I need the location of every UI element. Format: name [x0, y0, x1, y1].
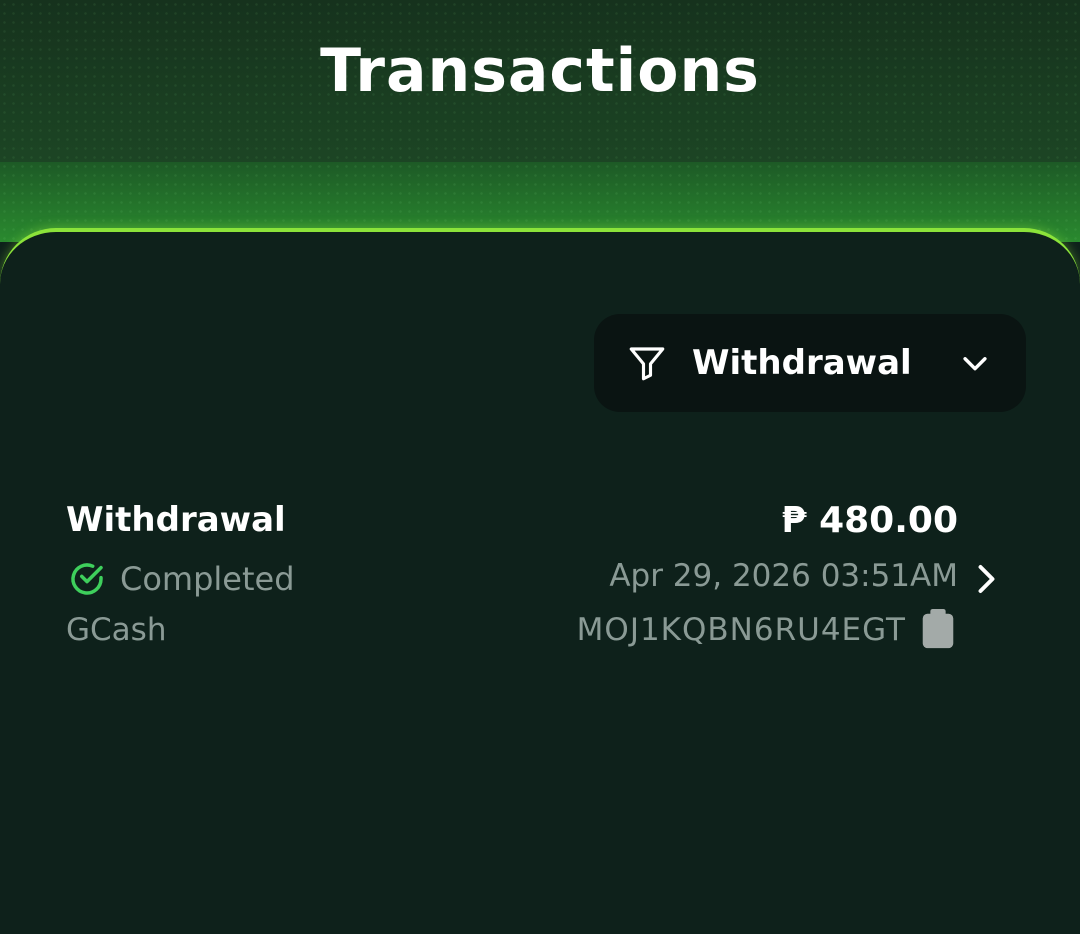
transaction-row[interactable]: Withdrawal Completed GCash ₱ 480.00 Apr …: [66, 500, 1006, 660]
transaction-status: Completed: [66, 558, 295, 600]
header: Transactions: [0, 0, 1080, 162]
funnel-icon: [629, 347, 665, 381]
payment-method: GCash: [66, 612, 167, 648]
clipboard-icon[interactable]: [920, 608, 956, 650]
transaction-reference: MOJ1KQBN6RU4EGT: [576, 612, 906, 648]
transaction-type-filter[interactable]: Withdrawal: [594, 314, 1026, 412]
transactions-panel: Withdrawal Withdrawal Completed GCash ₱ …: [0, 228, 1080, 934]
transactions-screen: Transactions Withdrawal Withdrawal Compl…: [0, 0, 1080, 934]
transaction-amount: ₱ 480.00: [781, 500, 958, 541]
chevron-right-icon[interactable]: [970, 560, 1000, 598]
status-text: Completed: [120, 560, 295, 598]
transaction-type: Withdrawal: [66, 500, 286, 540]
transaction-datetime: Apr 29, 2026 03:51AM: [609, 558, 958, 594]
page-title: Transactions: [320, 36, 760, 106]
filter-selected-label: Withdrawal: [692, 343, 912, 383]
check-circle-icon: [71, 563, 103, 595]
chevron-down-icon: [963, 357, 987, 371]
